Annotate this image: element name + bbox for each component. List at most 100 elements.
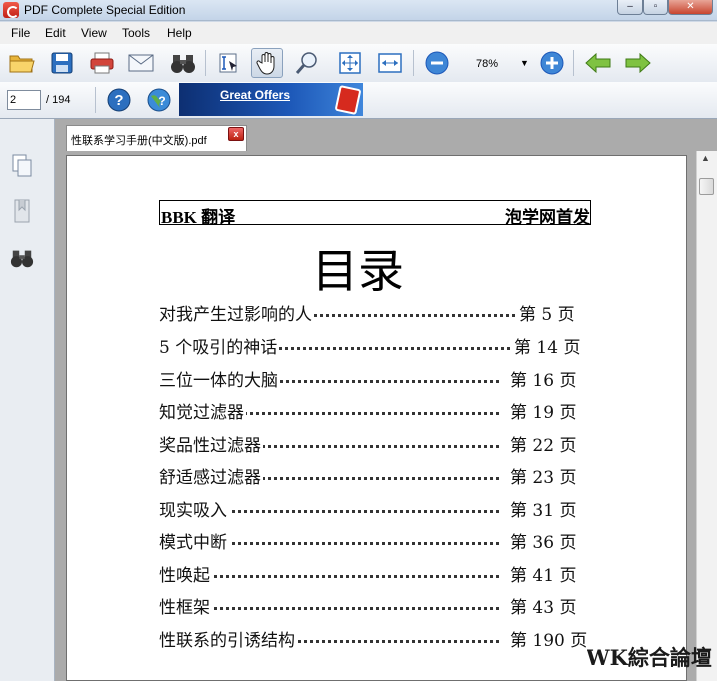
arrow-right-icon — [625, 53, 651, 73]
toc-entry-page: 第 190 页 — [507, 626, 588, 651]
zoom-dropdown-icon[interactable]: ▼ — [520, 58, 529, 68]
watermark-text: WK綜合論壇 — [586, 645, 712, 670]
toc-entry[interactable]: 性框架 第 43 页 — [159, 593, 599, 618]
toc-entry-page: 第 22 页 — [507, 431, 577, 456]
zoom-out-button[interactable] — [421, 48, 453, 78]
svg-text:?: ? — [158, 94, 165, 108]
toc-entry-page: 第 31 页 — [507, 496, 577, 521]
pages-panel-button[interactable] — [10, 154, 34, 178]
open-folder-button[interactable] — [6, 48, 38, 78]
bookmarks-panel-button[interactable] — [10, 199, 34, 223]
toc-entry-title: 性唤起 — [159, 561, 212, 586]
menu-edit[interactable]: Edit — [45, 26, 66, 40]
help-button[interactable]: ? — [103, 85, 135, 115]
toc-entry[interactable]: 三位一体的大脑 第 16 页 — [159, 366, 599, 391]
toc-entry[interactable]: 舒适感过滤器 第 23 页 — [159, 463, 599, 488]
app-logo-icon — [3, 2, 19, 18]
toc-entry-page: 第 43 页 — [507, 593, 577, 618]
toc-entry[interactable]: 模式中断 第 36 页 — [159, 528, 599, 553]
toc-entry[interactable]: 奖品性过滤器 第 22 页 — [159, 431, 599, 456]
toc-entry-title: 知觉过滤器 — [159, 398, 246, 423]
main-toolbar: 78% ▼ — [0, 44, 717, 82]
toc-entry[interactable]: 性唤起 第 41 页 — [159, 561, 599, 586]
toc-entry[interactable]: 知觉过滤器 第 19 页 — [159, 398, 599, 423]
folder-icon — [9, 55, 35, 73]
toc-entry[interactable]: 现实吸入 第 31 页 — [159, 496, 599, 521]
header-left-text: BBK 翻译 — [161, 208, 236, 227]
print-button[interactable] — [86, 48, 118, 78]
minimize-button[interactable]: – — [617, 0, 643, 15]
bookmark-icon — [14, 199, 30, 223]
email-button[interactable] — [125, 48, 157, 78]
fit-page-button[interactable] — [334, 48, 366, 78]
arrow-left-icon — [585, 53, 611, 73]
toc-entry-title: 性框架 — [159, 593, 212, 618]
select-text-tool[interactable] — [213, 48, 245, 78]
pdf-badge-icon — [334, 84, 362, 116]
menu-help[interactable]: Help — [167, 26, 192, 40]
zoom-tool[interactable] — [291, 48, 323, 78]
document-tab[interactable]: 性联系学习手册(中文版).pdf — [66, 125, 247, 151]
scroll-thumb[interactable] — [699, 178, 714, 195]
magnifier-icon — [295, 52, 317, 74]
toc-entry-title: 对我产生过影响的人 — [159, 300, 314, 325]
question-mark-icon: ? — [107, 88, 131, 112]
toc-entry-page: 第 5 页 — [516, 300, 575, 325]
toc-entry-title: 模式中断 — [159, 528, 229, 553]
fit-width-button[interactable] — [374, 48, 406, 78]
toolbar-separator — [205, 50, 206, 76]
binoculars-icon — [10, 250, 34, 268]
header-right-text: 泡学网首发 — [505, 208, 590, 227]
scroll-up-icon[interactable]: ▲ — [701, 153, 710, 163]
text-select-icon — [219, 53, 237, 73]
toc-entry-page: 第 23 页 — [507, 463, 577, 488]
toc-entry-title: 性联系的引诱结构 — [159, 626, 297, 651]
toc-entry[interactable]: 5 个吸引的神话 第 14 页 — [159, 333, 599, 358]
toc-entry-page: 第 16 页 — [507, 366, 577, 391]
fit-page-icon — [339, 52, 361, 74]
online-help-button[interactable]: ? — [143, 85, 175, 115]
toolbar-separator — [413, 50, 414, 76]
left-sidebar — [0, 119, 55, 681]
menu-bar: File Edit View Tools Help — [0, 22, 717, 44]
toc-entry-title: 舒适感过滤器 — [159, 463, 263, 488]
menu-view[interactable]: View — [81, 26, 107, 40]
search-panel-button[interactable] — [10, 246, 34, 270]
menu-tools[interactable]: Tools — [122, 26, 150, 40]
zoom-in-button[interactable] — [536, 48, 568, 78]
vertical-scrollbar[interactable]: ▲ — [696, 151, 717, 681]
page-total: / 194 — [46, 94, 71, 106]
toc-heading: 目录 — [312, 244, 404, 298]
find-button[interactable] — [167, 48, 199, 78]
page-header: BBK 翻译 泡学网首发 — [159, 200, 591, 227]
close-tab-button[interactable]: x — [228, 127, 244, 141]
close-window-button[interactable]: ✕ — [668, 0, 713, 15]
document-tab-label: 性联系学习手册(中文版).pdf — [71, 135, 207, 147]
previous-page-button[interactable] — [582, 48, 614, 78]
toc-entry-page: 第 14 页 — [511, 333, 581, 358]
maximize-button[interactable]: ▫ — [643, 0, 668, 15]
toc-entry-title: 现实吸入 — [159, 496, 229, 521]
printer-icon — [90, 52, 114, 74]
toolbar-separator — [95, 87, 96, 113]
menu-file[interactable]: File — [11, 26, 30, 40]
next-page-button[interactable] — [622, 48, 654, 78]
toc-entry-title: 5 个吸引的神话 — [159, 333, 280, 358]
toc-entry[interactable]: 性联系的引诱结构 第 190 页 — [159, 626, 599, 651]
great-offers-banner[interactable]: Great Offers — [179, 83, 363, 116]
save-button[interactable] — [46, 48, 78, 78]
toc-entry-title: 奖品性过滤器 — [159, 431, 263, 456]
page-number-input[interactable] — [7, 90, 41, 110]
toc-entry-title: 三位一体的大脑 — [159, 366, 280, 391]
toc-entry[interactable]: 对我产生过影响的人 第 5 页 — [159, 300, 599, 325]
title-bar: PDF Complete Special Edition – ▫ ✕ — [0, 0, 717, 21]
zoom-level[interactable]: 78% — [476, 58, 498, 70]
binoculars-icon — [171, 55, 195, 73]
globe-question-icon: ? — [147, 88, 171, 112]
floppy-disk-icon — [51, 52, 73, 74]
fit-width-icon — [378, 53, 402, 73]
hand-tool[interactable] — [251, 48, 283, 78]
minus-circle-icon — [425, 51, 449, 75]
envelope-icon — [128, 54, 154, 72]
great-offers-link[interactable]: Great Offers — [220, 88, 290, 102]
